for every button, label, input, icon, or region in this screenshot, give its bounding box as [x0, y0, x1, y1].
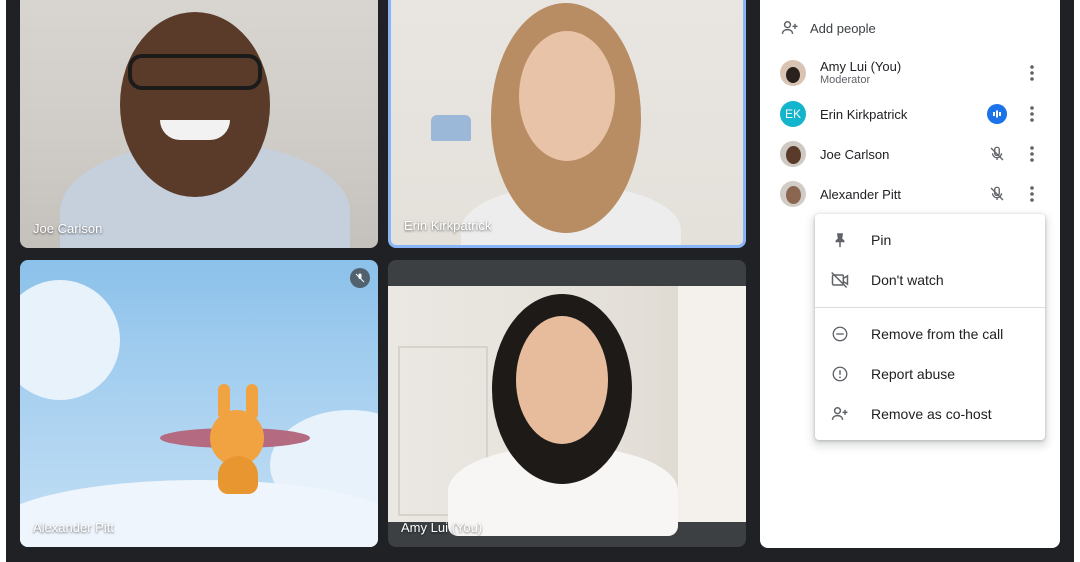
menu-item-label: Remove from the call	[871, 326, 1004, 342]
smile-shape	[160, 120, 230, 140]
participant-name: Joe Carlson	[820, 146, 890, 162]
mic-off-icon	[990, 186, 1004, 201]
ear-shape	[218, 384, 230, 420]
muted-indicator	[986, 143, 1008, 165]
minus-circle-icon	[832, 326, 848, 342]
mic-off-icon	[990, 146, 1004, 161]
menu-item-label: Pin	[871, 232, 892, 248]
more-vert-icon	[1030, 186, 1034, 202]
menu-item-label: Don't watch	[871, 272, 944, 288]
pin-icon	[835, 233, 845, 248]
mic-off-icon	[355, 273, 365, 283]
menu-item-report-abuse[interactable]: Report abuse	[815, 354, 1045, 394]
video-tile-amy[interactable]: Amy Lui (You)	[388, 260, 746, 547]
more-options-button[interactable]	[1022, 103, 1042, 125]
avatar-creature-body	[218, 456, 258, 494]
video-tile-erin[interactable]: Erin Kirkpatrick	[388, 0, 746, 248]
participant-row[interactable]: Joe Carlson	[780, 136, 1042, 172]
more-options-button[interactable]	[1022, 62, 1042, 84]
more-options-button[interactable]	[1022, 183, 1042, 205]
participant-figure	[519, 31, 615, 161]
menu-item-label: Report abuse	[871, 366, 956, 382]
avatar	[780, 60, 806, 86]
video-feed	[388, 286, 746, 536]
participant-figure	[516, 316, 608, 444]
more-vert-icon	[1030, 146, 1034, 162]
participant-role: Moderator	[820, 74, 871, 86]
avatar: EK	[780, 101, 806, 127]
speaking-indicator	[986, 103, 1008, 125]
avatar	[780, 181, 806, 207]
menu-divider	[815, 307, 1045, 308]
participant-row[interactable]: EK Erin Kirkpatrick	[780, 96, 1042, 132]
video-tile-joe[interactable]: Joe Carlson	[20, 0, 378, 248]
tile-label: Alexander Pitt	[33, 520, 114, 535]
more-options-button[interactable]	[1022, 143, 1042, 165]
ear-shape	[246, 384, 258, 420]
participant-figure	[120, 12, 270, 197]
participant-row[interactable]: Amy Lui (You) Moderator	[780, 55, 1042, 91]
avatar-initials: EK	[784, 107, 801, 121]
participant-name: Alexander Pitt	[820, 186, 901, 202]
tile-label: Amy Lui (You)	[401, 520, 483, 535]
window-shape	[678, 286, 746, 522]
add-people-label: Add people	[810, 20, 876, 36]
mic-off-badge	[350, 268, 370, 288]
video-tile-alexander[interactable]: Alexander Pitt	[20, 260, 378, 547]
cloud-shape	[20, 480, 378, 547]
add-people-button[interactable]: Add people	[780, 18, 876, 38]
menu-item-pin[interactable]: Pin	[815, 220, 1045, 260]
cloud-shape	[20, 280, 120, 400]
menu-item-remove-co-host[interactable]: Remove as co-host	[815, 394, 1045, 434]
participant-name: Amy Lui (You)	[820, 59, 902, 74]
avatar	[780, 141, 806, 167]
participant-name: Erin Kirkpatrick	[820, 106, 908, 122]
lamp-shape	[431, 115, 471, 141]
video-off-icon	[831, 271, 849, 289]
glasses-shape	[128, 54, 262, 90]
menu-item-label: Remove as co-host	[871, 406, 992, 422]
menu-item-dont-watch[interactable]: Don't watch	[815, 260, 1045, 300]
participant-options-menu: Pin Don't watch Remove from the call Rep…	[815, 214, 1045, 440]
menu-item-remove-from-call[interactable]: Remove from the call	[815, 314, 1045, 354]
participant-row[interactable]: Alexander Pitt	[780, 176, 1042, 212]
more-vert-icon	[1030, 106, 1034, 122]
more-vert-icon	[1030, 65, 1034, 81]
tile-label: Joe Carlson	[33, 221, 103, 236]
muted-indicator	[986, 183, 1008, 205]
alert-circle-icon	[832, 366, 848, 382]
speaking-icon	[993, 110, 1001, 118]
person-add-icon	[781, 21, 798, 34]
person-add-icon	[831, 407, 848, 420]
tile-label: Erin Kirkpatrick	[404, 218, 492, 233]
